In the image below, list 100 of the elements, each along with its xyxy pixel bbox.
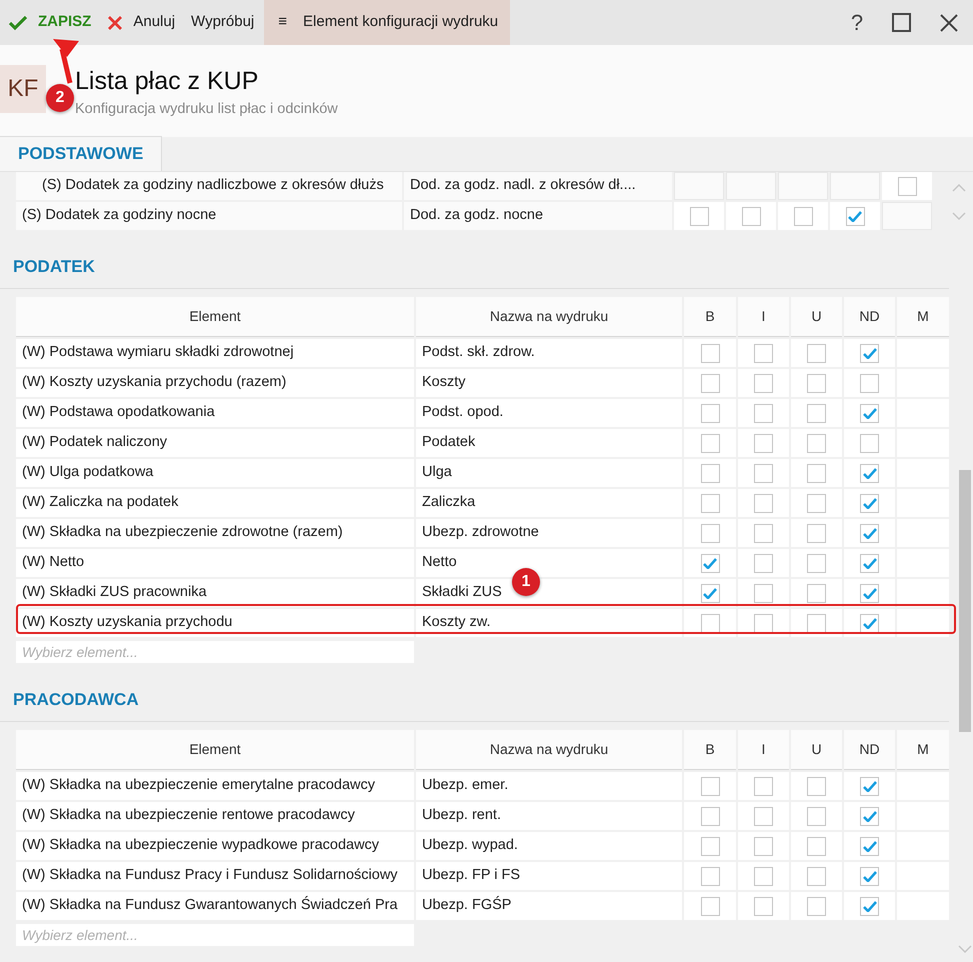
checkbox[interactable] <box>700 584 720 602</box>
column-header[interactable]: ND <box>844 730 895 770</box>
checkbox[interactable] <box>807 866 826 886</box>
checkbox[interactable] <box>860 866 879 886</box>
cancel-button[interactable]: Anuluj <box>99 0 184 45</box>
checkbox[interactable] <box>742 206 760 226</box>
checkbox[interactable] <box>794 206 812 226</box>
checkbox[interactable] <box>700 404 720 422</box>
checkbox[interactable] <box>807 524 826 542</box>
checkbox[interactable] <box>860 344 879 362</box>
checkbox[interactable] <box>700 554 720 572</box>
checkbox[interactable] <box>807 374 826 392</box>
checkbox[interactable] <box>754 584 773 602</box>
scroll-down-icon[interactable] <box>952 212 966 220</box>
close-icon <box>940 14 958 32</box>
tab[interactable]: PODSTAWOWE <box>0 136 162 171</box>
element-field[interactable]: Wybierz element... <box>16 641 414 663</box>
checkbox[interactable] <box>690 206 708 226</box>
scrollbar-thumb[interactable] <box>959 470 971 732</box>
checkbox[interactable] <box>807 554 826 572</box>
checkbox[interactable] <box>754 344 773 362</box>
context-button[interactable]: ≡ Element konfiguracji wydruku <box>264 0 510 45</box>
checkbox[interactable] <box>754 494 773 512</box>
help-button[interactable]: ? <box>837 0 877 45</box>
checkbox[interactable] <box>754 806 773 826</box>
scroll-up-icon[interactable] <box>952 184 966 192</box>
checkbox[interactable] <box>700 896 720 916</box>
checkbox[interactable] <box>700 434 720 452</box>
checkbox[interactable] <box>700 344 720 362</box>
checkbox[interactable] <box>754 866 773 886</box>
checkbox[interactable] <box>754 464 773 482</box>
column-header[interactable]: M <box>897 730 949 770</box>
checkbox[interactable] <box>754 896 773 916</box>
column-header[interactable]: Element <box>16 730 414 770</box>
checkbox[interactable] <box>807 494 826 512</box>
checkbox[interactable] <box>807 404 826 422</box>
section-heading: PRACODAWCA <box>13 690 139 709</box>
table-cell: Ubezp. FP i FS <box>416 862 682 890</box>
column-header[interactable]: Nazwa na wydruku <box>416 297 682 337</box>
column-header[interactable]: I <box>738 730 789 770</box>
checkbox[interactable] <box>807 434 826 452</box>
checkbox[interactable] <box>860 554 879 572</box>
table-cell: Podst. skł. zdrow. <box>416 339 682 367</box>
checkbox[interactable] <box>754 524 773 542</box>
checkbox[interactable] <box>754 374 773 392</box>
checkbox[interactable] <box>754 404 773 422</box>
checkbox[interactable] <box>807 344 826 362</box>
checkbox[interactable] <box>700 524 720 542</box>
checkbox[interactable] <box>700 614 720 632</box>
checkbox[interactable] <box>754 836 773 856</box>
column-header[interactable]: Nazwa na wydruku <box>416 730 682 770</box>
column-header[interactable]: U <box>791 730 842 770</box>
try-button[interactable]: Wypróbuj <box>183 0 262 45</box>
checkbox[interactable] <box>860 434 879 452</box>
checkbox[interactable] <box>700 374 720 392</box>
checkbox[interactable] <box>860 896 879 916</box>
checkbox[interactable] <box>700 494 720 512</box>
checkbox[interactable] <box>754 776 773 796</box>
checkbox[interactable] <box>860 524 879 542</box>
column-header[interactable]: M <box>897 297 949 337</box>
checkbox[interactable] <box>860 614 879 632</box>
table-cell: (W) Składka na ubezpieczenie zdrowotne (razem) <box>16 519 414 547</box>
checkbox[interactable] <box>807 614 826 632</box>
check-icon <box>862 348 876 358</box>
checkbox[interactable] <box>754 434 773 452</box>
checkbox[interactable] <box>860 836 879 856</box>
checkbox[interactable] <box>807 584 826 602</box>
checkbox[interactable] <box>807 896 826 916</box>
checkbox[interactable] <box>700 776 720 796</box>
checkbox[interactable] <box>860 806 879 826</box>
checkbox[interactable] <box>807 806 826 826</box>
checkbox[interactable] <box>898 176 916 196</box>
checkbox[interactable] <box>860 494 879 512</box>
checkbox[interactable] <box>754 614 773 632</box>
checkbox[interactable] <box>860 584 879 602</box>
check-icon <box>8 14 28 30</box>
column-header[interactable]: U <box>791 297 842 337</box>
checkbox[interactable] <box>846 206 864 226</box>
checkbox[interactable] <box>860 404 879 422</box>
checkbox[interactable] <box>860 464 879 482</box>
checkbox[interactable] <box>860 374 879 392</box>
checkbox[interactable] <box>700 836 720 856</box>
element-field[interactable]: Wybierz element... <box>16 924 414 946</box>
checkbox[interactable] <box>860 776 879 796</box>
table-cell: Ubezp. FGŚP <box>416 892 682 920</box>
checkbox[interactable] <box>807 776 826 796</box>
checkbox[interactable] <box>754 554 773 572</box>
check-icon <box>862 870 876 882</box>
column-header[interactable]: I <box>738 297 789 337</box>
checkbox[interactable] <box>807 464 826 482</box>
page-title: Lista płac z KUP <box>75 66 260 97</box>
column-header[interactable]: ND <box>844 297 895 337</box>
checkbox[interactable] <box>700 806 720 826</box>
column-header[interactable]: B <box>684 297 736 337</box>
column-header[interactable]: B <box>684 730 736 770</box>
checkbox[interactable] <box>807 836 826 856</box>
checkbox[interactable] <box>700 866 720 886</box>
column-header[interactable]: Element <box>16 297 414 337</box>
scroll-down-icon[interactable] <box>958 945 972 953</box>
checkbox[interactable] <box>700 464 720 482</box>
